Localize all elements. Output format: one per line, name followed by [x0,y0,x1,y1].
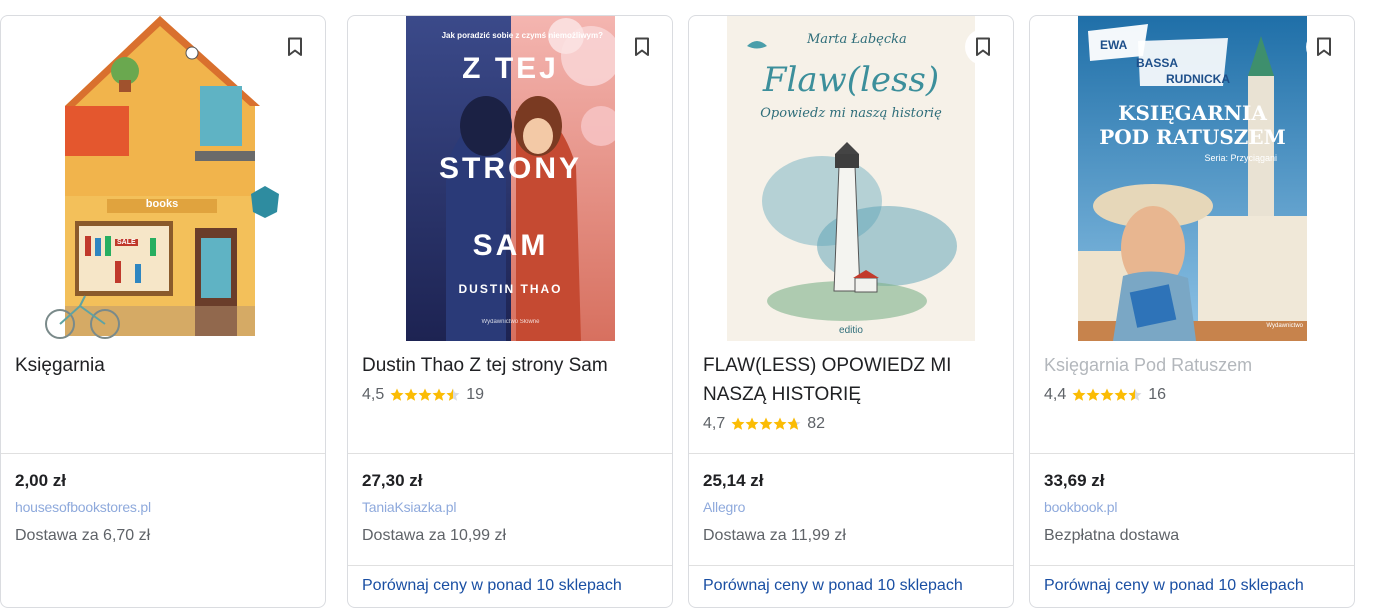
product-card[interactable]: books SALE Księgarnia 2,00 zł housesofbo… [0,15,326,608]
review-count: 82 [807,415,826,432]
compare-prices-link[interactable]: Porównaj ceny w ponad 10 sklepach [1044,577,1304,595]
rating-stars [731,417,801,431]
rating-value: 4,7 [703,415,726,432]
cover-author: DUSTIN THAO [458,282,563,296]
book-cover-image[interactable]: Jak poradzić sobie z czymś niemożliwym? … [406,16,615,341]
cover-author-line: EWA [1100,38,1128,52]
divider [348,565,672,566]
cover-subtitle: Opowiedz mi naszą historię [760,106,942,121]
product-price: 27,30 zł [362,471,423,490]
cover-publisher: editio [839,325,863,336]
product-rating: 4,7 82 [703,415,825,433]
shop-sign-text: books [145,198,179,210]
divider [348,453,672,454]
divider [1030,565,1354,566]
star-icon [390,388,460,401]
cover-series: Seria: Przyciągani [1204,153,1277,163]
store-name[interactable]: housesofbookstores.pl [15,499,151,515]
product-title[interactable]: Księgarnia [15,351,311,380]
product-card[interactable]: EWA BASSA RUDNICKA KSIĘGARNIA POD RATUSZ… [1029,15,1355,608]
star-icon [731,417,801,430]
cover-title-line: Z TEJ [462,52,559,85]
rating-value: 4,4 [1044,386,1067,403]
bookmark-button[interactable] [277,29,313,65]
cover-tagline: Jak poradzić sobie z czymś niemożliwym? [441,31,603,40]
bookmark-icon [976,37,990,56]
bookmark-button[interactable] [1306,29,1342,65]
product-price: 25,14 zł [703,471,764,490]
store-name[interactable]: bookbook.pl [1044,499,1118,515]
shipping-info: Dostawa za 6,70 zł [15,527,151,544]
product-title[interactable]: Księgarnia Pod Ratuszem [1044,351,1340,380]
rating-value: 4,5 [362,386,385,403]
product-image-area[interactable]: books SALE [1,16,325,341]
product-image-area[interactable]: Marta Łabęcka Flaw(less) Opowiedz mi nas… [689,16,1013,341]
rating-stars [390,388,460,402]
product-title[interactable]: FLAW(LESS) OPOWIEDZ MI NASZĄ HISTORIĘ [703,351,999,409]
divider [689,453,1013,454]
shipping-info: Dostawa za 10,99 zł [362,527,507,544]
bookmark-icon [635,37,649,56]
compare-prices-link[interactable]: Porównaj ceny w ponad 10 sklepach [362,577,622,595]
divider [689,565,1013,566]
cover-title-line: KSIĘGARNIA [1118,101,1267,125]
star-icon [1072,388,1142,401]
cover-title-line: SAM [472,229,549,262]
shipping-info: Bezpłatna dostawa [1044,527,1180,544]
product-image-area[interactable]: Jak poradzić sobie z czymś niemożliwym? … [348,16,672,341]
cover-title-line: STRONY [438,152,582,185]
product-card[interactable]: Jak poradzić sobie z czymś niemożliwym? … [347,15,673,608]
cover-author: Marta Łabęcka [807,32,907,47]
bookmark-button[interactable] [965,29,1001,65]
shipping-info: Dostawa za 11,99 zł [703,527,846,544]
divider [1,453,325,454]
product-rating: 4,5 19 [362,386,484,404]
store-name[interactable]: TaniaKsiazka.pl [362,499,456,515]
cover-title: Flaw(less) [762,60,940,100]
product-rating: 4,4 16 [1044,386,1166,404]
cover-author-line: RUDNICKA [1166,72,1230,86]
product-image[interactable]: books SALE [45,16,285,341]
review-count: 19 [466,386,485,403]
compare-prices-link[interactable]: Porównaj ceny w ponad 10 sklepach [703,577,963,595]
product-card[interactable]: Marta Łabęcka Flaw(less) Opowiedz mi nas… [688,15,1014,608]
sale-tag: SALE [115,239,138,246]
cover-title-line: POD RATUSZEM [1099,125,1286,149]
cover-publisher: Wydawnictwo [1266,323,1303,329]
product-price: 2,00 zł [15,471,67,490]
bookmark-icon [1317,37,1331,56]
bookmark-button[interactable] [624,29,660,65]
divider [1030,453,1354,454]
review-count: 16 [1148,386,1167,403]
product-title[interactable]: Dustin Thao Z tej strony Sam [362,351,658,380]
cover-author-line: BASSA [1136,56,1179,70]
bookmark-icon [288,37,302,56]
book-cover-image[interactable]: EWA BASSA RUDNICKA KSIĘGARNIA POD RATUSZ… [1078,16,1307,341]
store-name[interactable]: Allegro [703,499,745,515]
book-cover-image[interactable]: Marta Łabęcka Flaw(less) Opowiedz mi nas… [727,16,975,341]
product-image-area[interactable]: EWA BASSA RUDNICKA KSIĘGARNIA POD RATUSZ… [1030,16,1354,341]
product-price: 33,69 zł [1044,471,1105,490]
cover-publisher: Wydawnictwo Słowne [481,319,540,325]
rating-stars [1072,388,1142,402]
